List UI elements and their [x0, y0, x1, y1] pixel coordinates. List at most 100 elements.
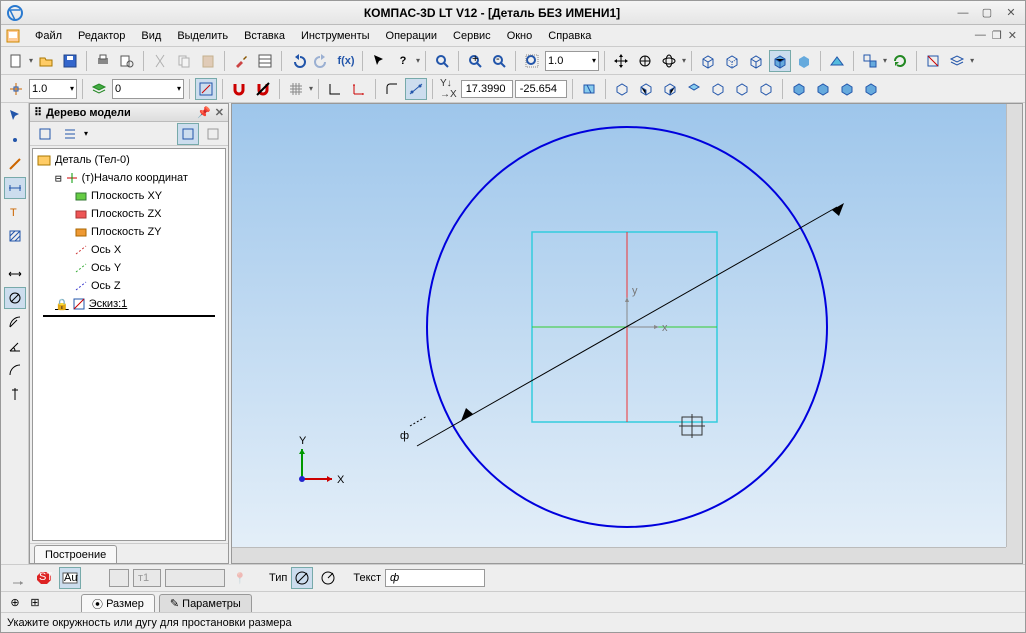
tree-close-icon[interactable]: ✕	[215, 106, 224, 119]
tree-plane-xy[interactable]: Плоскость XY	[35, 187, 223, 205]
preview-button[interactable]	[116, 50, 138, 72]
height-dim-tool[interactable]	[4, 383, 26, 405]
step-input[interactable]: ▾	[29, 79, 77, 99]
tree-axis-z[interactable]: Ось Z	[35, 277, 223, 295]
shaded-edge-button[interactable]	[769, 50, 791, 72]
tree-axis-y[interactable]: Ось Y	[35, 259, 223, 277]
menu-help[interactable]: Справка	[540, 28, 599, 44]
arc-dim-tool[interactable]	[4, 359, 26, 381]
layer-combo[interactable]: ▾	[112, 79, 184, 99]
tree-axis-x[interactable]: Ось X	[35, 241, 223, 259]
undo-button[interactable]	[287, 50, 309, 72]
iso-xyz-button[interactable]	[611, 78, 633, 100]
coord-y[interactable]: -25.654	[515, 80, 567, 98]
tree-btn-2[interactable]	[59, 123, 81, 145]
menu-view[interactable]: Вид	[133, 28, 169, 44]
coord-x[interactable]: 17.3990	[461, 80, 513, 98]
select-cursor-button[interactable]	[368, 50, 390, 72]
minimize-button[interactable]: —	[955, 5, 971, 21]
hidden-edge-button[interactable]	[721, 50, 743, 72]
t1-lock[interactable]: 📍	[229, 567, 251, 589]
select-tool[interactable]	[4, 105, 26, 127]
tree-sketch[interactable]: 🔒 Эскиз:1	[35, 295, 223, 313]
text-tool[interactable]: T	[4, 201, 26, 223]
zoom-window-button[interactable]	[431, 50, 453, 72]
stop-button[interactable]: STOP	[33, 567, 55, 589]
simplify-button[interactable]	[859, 50, 881, 72]
shaded-button[interactable]	[793, 50, 815, 72]
sketch-mode-button[interactable]	[195, 78, 217, 100]
back-view-button[interactable]	[659, 78, 681, 100]
no-hidden-button[interactable]	[745, 50, 767, 72]
menu-editor[interactable]: Редактор	[70, 28, 133, 44]
brush-button[interactable]	[230, 50, 252, 72]
iso4-button[interactable]	[860, 78, 882, 100]
iso3-button[interactable]	[836, 78, 858, 100]
hatch-tool[interactable]	[4, 225, 26, 247]
scrollbar-horizontal[interactable]	[232, 547, 1006, 563]
tree-root[interactable]: Деталь (Тел-0)	[35, 151, 223, 169]
close-button[interactable]: ✕	[1003, 5, 1019, 21]
iso2-button[interactable]	[812, 78, 834, 100]
menu-window[interactable]: Окно	[499, 28, 541, 44]
orbit-button[interactable]	[658, 50, 680, 72]
apply-button[interactable]	[7, 567, 29, 589]
viewport[interactable]: y x ф X Y	[231, 103, 1023, 564]
grid-button[interactable]	[285, 78, 307, 100]
fx-button[interactable]: f(x)	[335, 50, 357, 72]
tree-plane-zy[interactable]: Плоскость ZY	[35, 223, 223, 241]
panel-expand-2[interactable]: ⊞	[27, 595, 43, 609]
help-cursor-button[interactable]: ?	[392, 50, 414, 72]
panel-expand-1[interactable]: ⊕	[7, 595, 23, 609]
open-button[interactable]	[35, 50, 57, 72]
ortho-button[interactable]	[324, 78, 346, 100]
front-view-button[interactable]	[635, 78, 657, 100]
perspective-button[interactable]	[826, 50, 848, 72]
mdi-restore[interactable]: ❐	[992, 29, 1002, 42]
viewport-canvas[interactable]: y x ф X Y	[232, 104, 1022, 563]
save-button[interactable]	[59, 50, 81, 72]
scrollbar-vertical[interactable]	[1006, 104, 1022, 547]
zoom-input[interactable]	[548, 55, 592, 67]
normal-view-button[interactable]	[578, 78, 600, 100]
right-view-button[interactable]	[755, 78, 777, 100]
menu-file[interactable]: Файл	[27, 28, 70, 44]
cut-button[interactable]	[149, 50, 171, 72]
menu-operations[interactable]: Операции	[378, 28, 445, 44]
menu-service[interactable]: Сервис	[445, 28, 499, 44]
tree-btn-3[interactable]	[177, 123, 199, 145]
properties-button[interactable]	[254, 50, 276, 72]
menu-select[interactable]: Выделить	[169, 28, 236, 44]
snap-magnet-button[interactable]	[228, 78, 250, 100]
tree-tab-build[interactable]: Построение	[34, 545, 117, 563]
print-button[interactable]	[92, 50, 114, 72]
dimension-tool[interactable]	[4, 177, 26, 199]
cursor-step-button[interactable]	[5, 78, 27, 100]
local-cs-button[interactable]	[348, 78, 370, 100]
new-button[interactable]	[5, 50, 27, 72]
snap-off-button[interactable]	[252, 78, 274, 100]
radius-dim-tool[interactable]	[4, 311, 26, 333]
param-button[interactable]	[405, 78, 427, 100]
angle-dim-tool[interactable]	[4, 335, 26, 357]
zoom-fit-button[interactable]	[521, 50, 543, 72]
layers-icon[interactable]	[88, 78, 110, 100]
redo-button[interactable]	[311, 50, 333, 72]
section-button[interactable]	[922, 50, 944, 72]
tree-btn-1[interactable]	[34, 123, 56, 145]
paste-button[interactable]	[197, 50, 219, 72]
top-view-button[interactable]	[683, 78, 705, 100]
zoom-out-button[interactable]: -	[488, 50, 510, 72]
type-diameter-button[interactable]	[291, 567, 313, 589]
mdi-minimize[interactable]: —	[975, 29, 986, 42]
tab-params[interactable]: ✎ Параметры	[159, 594, 252, 612]
zoom-in-button[interactable]: +	[464, 50, 486, 72]
rebuild-button[interactable]	[889, 50, 911, 72]
tree-body[interactable]: Деталь (Тел-0) ⊟ (т)Начало координат Пло…	[32, 148, 226, 541]
menu-tools[interactable]: Инструменты	[293, 28, 378, 44]
diameter-dim-tool[interactable]	[4, 287, 26, 309]
layers-button[interactable]	[946, 50, 968, 72]
zoom-dyn-button[interactable]	[634, 50, 656, 72]
round-button[interactable]	[381, 78, 403, 100]
menu-insert[interactable]: Вставка	[236, 28, 293, 44]
